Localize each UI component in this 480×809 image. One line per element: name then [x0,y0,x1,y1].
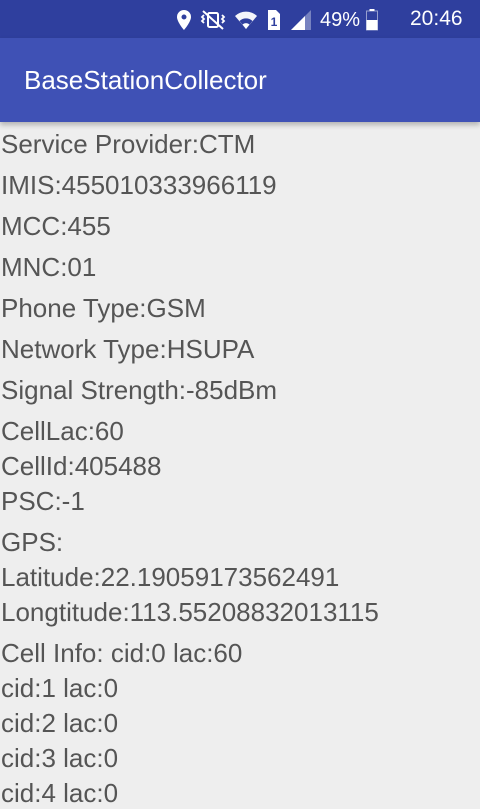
wifi-icon [234,9,258,31]
mcc-text: MCC:455 [1,211,111,241]
phone-type-text: Phone Type:GSM [1,293,206,323]
location-icon [176,9,192,31]
sim-icon: 1 [266,9,282,31]
service-provider-text: Service Provider:CTM [1,129,256,159]
battery-percent: 49% [320,8,361,31]
cell-entry: cid:3 lac:0 [1,743,119,773]
app-bar: BaseStationCollector [0,38,480,122]
imis-text: IMIS:455010333966119 [1,170,277,200]
app-title: BaseStationCollector [24,65,267,95]
network-type-text: Network Type:HSUPA [1,334,255,364]
cell-info-text: Cell Info: cid:0 lac:60 [1,638,243,668]
longtitude-text: Longtitude:113.55208832013115 [1,597,379,627]
cell-entry: cid:1 lac:0 [1,673,119,703]
cell-entry: cid:4 lac:0 [1,778,119,808]
signal-strength-text: Signal Strength:-85dBm [1,375,278,405]
cell-id-text: CellId:405488 [1,451,162,481]
status-bar: 1 49% 20:46 [0,0,480,38]
vibrate-icon [200,9,226,31]
gps-label: GPS: [1,527,64,557]
sim-number: 1 [271,15,278,29]
status-icons: 1 49% [176,8,386,32]
cell-lac-text: CellLac:60 [1,416,124,446]
latitude-text: Latitude:22.19059173562491 [1,562,340,592]
battery-icon [366,9,379,31]
mnc-text: MNC:01 [1,252,97,282]
psc-text: PSC:-1 [1,486,85,516]
clock: 20:46 [410,7,463,30]
signal-icon [290,9,312,31]
cell-entry: cid:2 lac:0 [1,708,119,738]
